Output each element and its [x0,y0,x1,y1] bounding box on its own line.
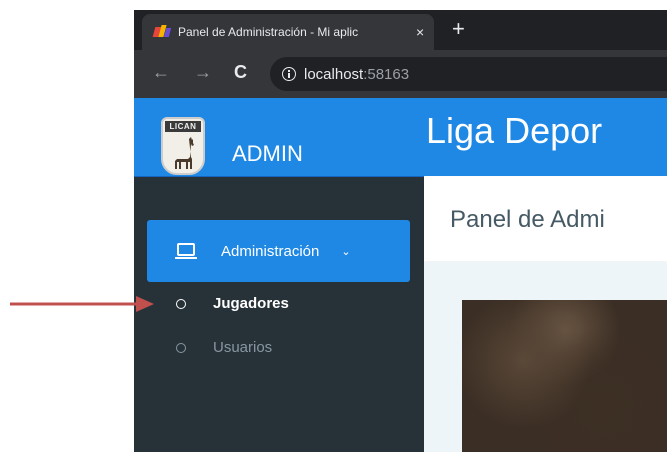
reload-button[interactable]: C [234,62,247,82]
llama-icon [175,137,194,169]
brand-header[interactable]: LICAN ADMIN [134,98,424,177]
sidebar-item-jugadores[interactable]: Jugadores [176,295,289,312]
laptop-icon [175,243,197,259]
top-header: Liga Depor [424,98,667,176]
browser-tab[interactable]: Panel de Administración - Mi aplic × [142,14,434,50]
url-host: localhost [304,65,364,83]
browser-tabbar: Panel de Administración - Mi aplic × + [134,10,667,50]
lican-logo: LICAN [161,117,205,175]
site-title: Liga Depor [426,110,603,151]
info-icon[interactable] [282,67,296,81]
circle-icon [176,298,186,309]
url-port: :58163 [363,65,410,83]
sidebar-item-label: Jugadores [213,295,289,312]
annotation-arrow-icon [10,296,154,312]
sidebar-item-label: Usuarios [213,339,273,356]
sidebar: Administración ⌄ Jugadores Usuarios [134,177,424,452]
forward-button[interactable]: → [194,62,212,82]
logo-text: LICAN [165,121,201,132]
tab-title: Panel de Administración - Mi aplic [178,25,359,39]
sidebar-item-usuarios[interactable]: Usuarios [176,339,272,356]
sidebar-menu-administracion[interactable]: Administración ⌄ [147,220,410,282]
sidebar-menu-label: Administración [221,242,320,260]
banner-image [462,300,667,452]
address-bar[interactable]: localhost:58163 [270,57,667,91]
chevron-down-icon[interactable]: ⌄ [341,245,350,258]
circle-icon [176,342,186,353]
brand-title: ADMIN [232,141,303,166]
page-title-bar: Panel de Admi [424,177,667,261]
app-favicon-icon [152,24,172,40]
browser-toolbar: ← → C localhost:58163 [134,50,667,98]
back-button[interactable]: ← [152,62,170,82]
page-title: Panel de Admi [450,206,605,233]
content-area [424,262,667,452]
close-tab-icon[interactable]: × [416,24,424,40]
new-tab-button[interactable]: + [452,18,465,40]
